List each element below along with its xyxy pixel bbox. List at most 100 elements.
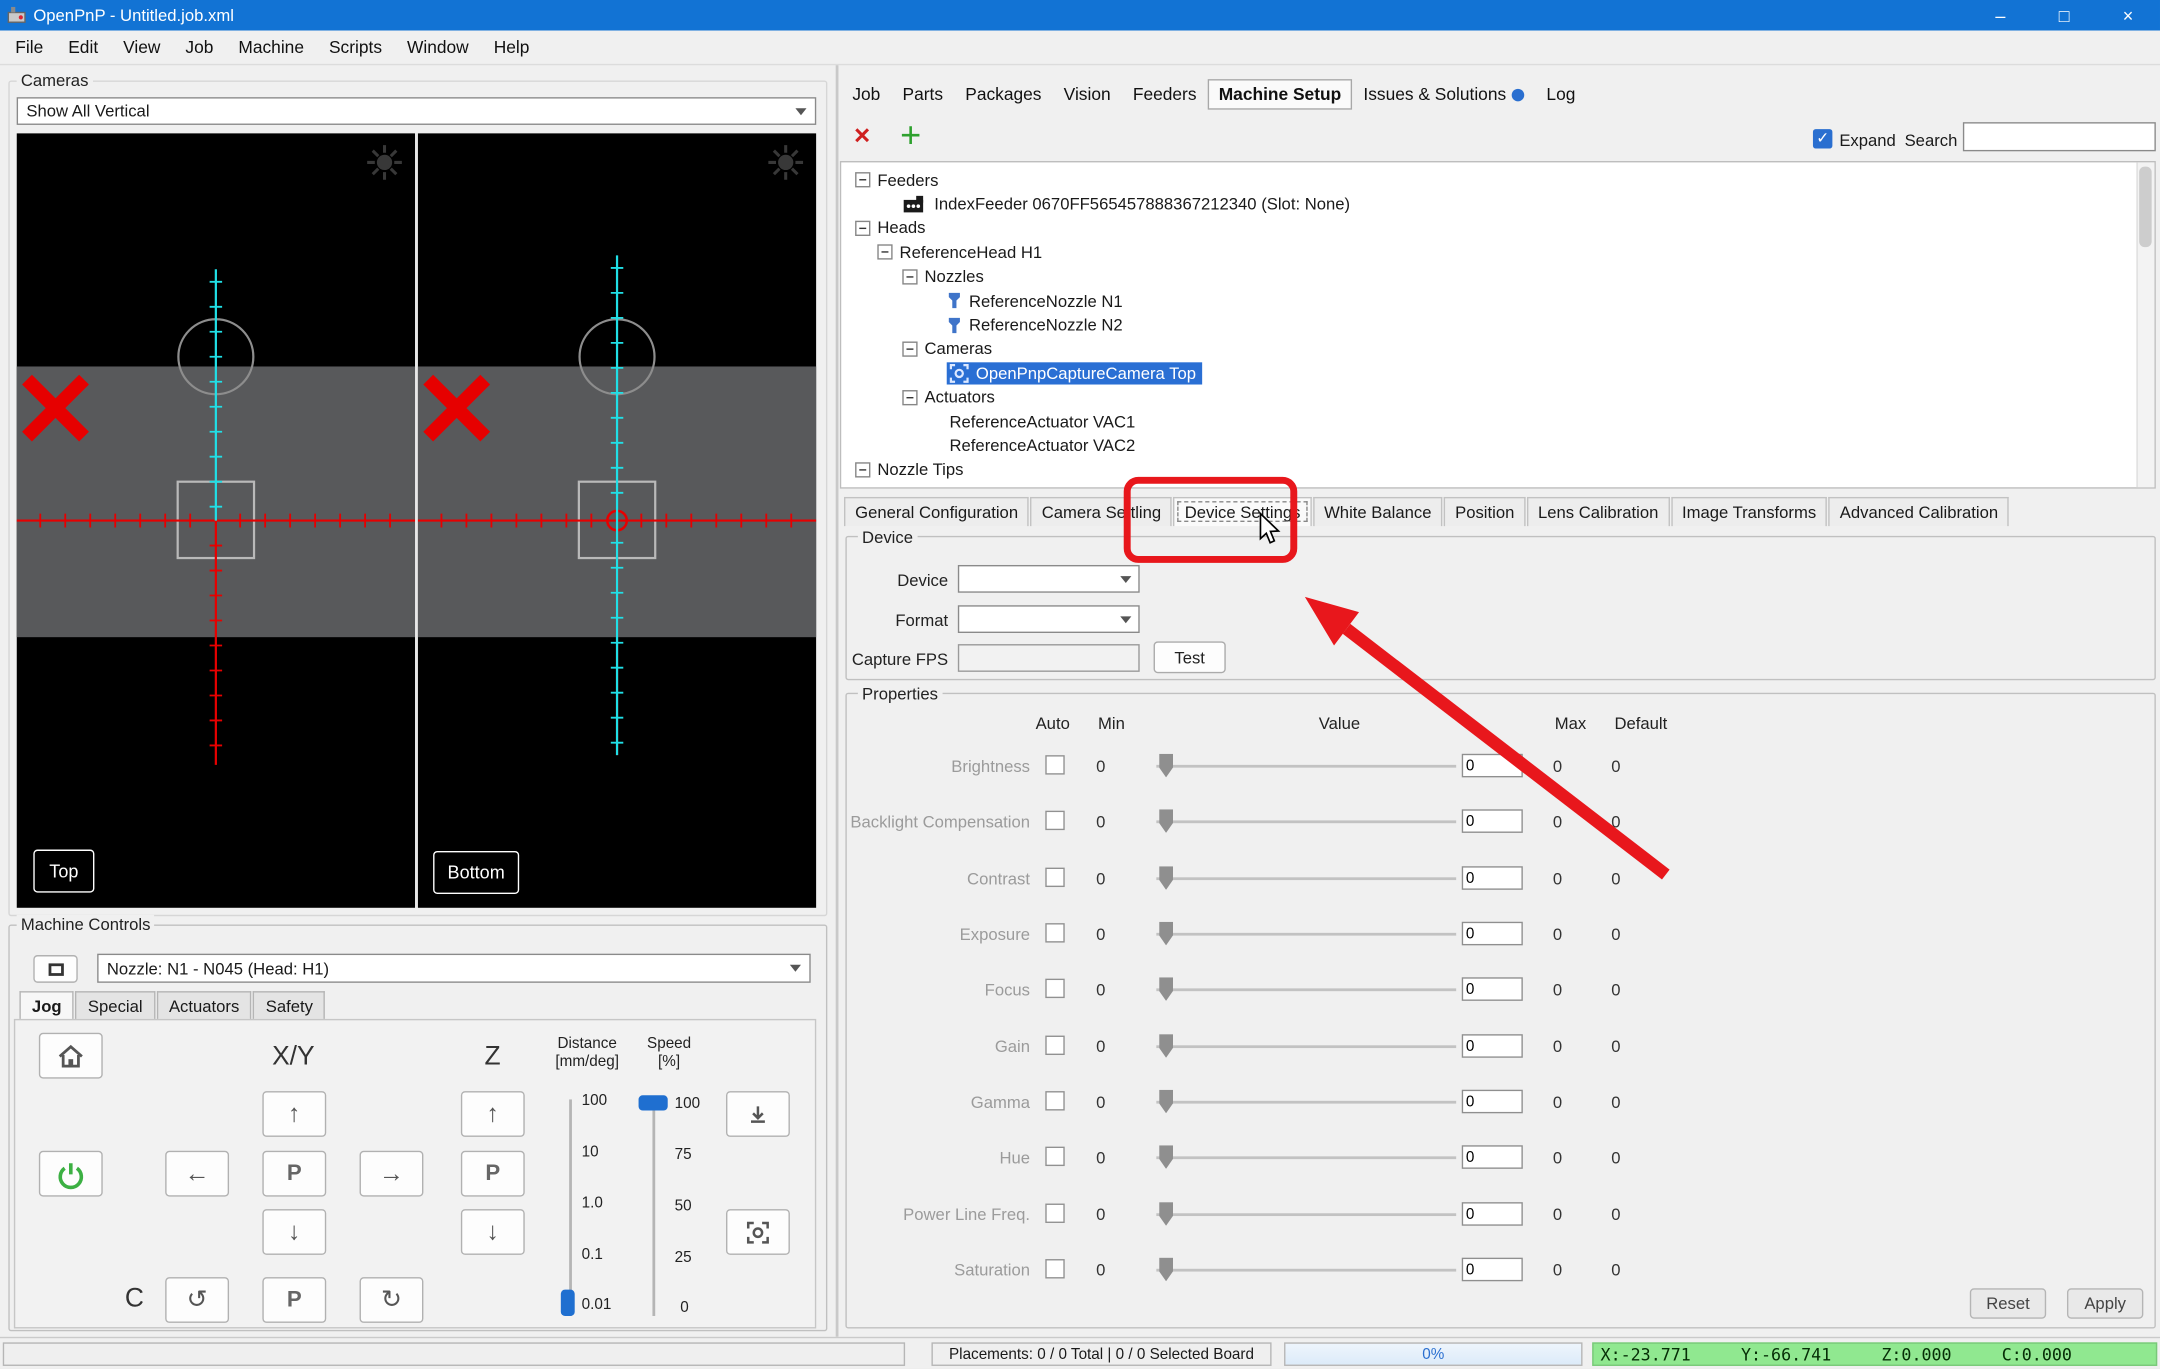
tab-vision[interactable]: Vision xyxy=(1053,79,1122,110)
tab-issues-solutions[interactable]: Issues & Solutions xyxy=(1352,79,1535,110)
value-slider[interactable] xyxy=(1156,752,1457,780)
power-button[interactable] xyxy=(38,1150,103,1197)
tab-log[interactable]: Log xyxy=(1535,79,1586,110)
position-c-button[interactable]: P xyxy=(262,1277,327,1323)
jog-z-minus-button[interactable]: ↓ xyxy=(460,1209,525,1255)
slider-thumb[interactable] xyxy=(1159,866,1174,890)
park-z-button[interactable] xyxy=(726,1091,790,1137)
menu-help[interactable]: Help xyxy=(481,30,542,65)
tab-lens-calibration[interactable]: Lens Calibration xyxy=(1526,496,1670,527)
distance-slider[interactable] xyxy=(569,1099,572,1316)
jog-x-minus-button[interactable]: ← xyxy=(165,1150,230,1197)
auto-checkbox[interactable] xyxy=(1045,867,1065,888)
slider-thumb[interactable] xyxy=(1159,977,1174,1001)
camera-position-button[interactable] xyxy=(726,1209,790,1255)
menu-edit[interactable]: Edit xyxy=(56,30,111,65)
value-input[interactable] xyxy=(1461,1089,1523,1114)
tab-special[interactable]: Special xyxy=(75,991,156,1021)
slider-thumb[interactable] xyxy=(1159,1089,1174,1114)
menu-job[interactable]: Job xyxy=(173,30,226,65)
value-slider[interactable] xyxy=(1156,1201,1457,1229)
collapse-icon[interactable] xyxy=(902,341,918,357)
tab-job[interactable]: Job xyxy=(841,79,891,110)
tree-item-nozzle-n1[interactable]: ReferenceNozzle N1 xyxy=(841,289,2154,313)
tab-image-transforms[interactable]: Image Transforms xyxy=(1670,496,1828,527)
tab-safety[interactable]: Safety xyxy=(253,991,326,1021)
auto-checkbox[interactable] xyxy=(1045,1035,1065,1056)
value-input[interactable] xyxy=(1461,921,1523,946)
collapse-icon[interactable] xyxy=(855,172,871,188)
tree-scrollbar-thumb[interactable] xyxy=(2139,166,2152,248)
slider-thumb[interactable] xyxy=(1159,1034,1174,1058)
auto-checkbox[interactable] xyxy=(1045,810,1065,831)
add-button[interactable]: + xyxy=(894,113,927,155)
tool-select[interactable]: Nozzle: N1 - N045 (Head: H1) xyxy=(97,953,811,983)
collapse-icon[interactable] xyxy=(877,244,893,261)
slider-thumb[interactable] xyxy=(1159,1202,1174,1226)
menu-window[interactable]: Window xyxy=(395,30,482,65)
expand-checkbox[interactable]: ✓ xyxy=(1812,128,1833,149)
tree-item-referencehead[interactable]: ReferenceHead H1 xyxy=(841,240,2154,264)
tab-jog[interactable]: Jog xyxy=(19,991,75,1021)
rotate-cw-button[interactable]: ↻ xyxy=(359,1277,424,1323)
value-input[interactable] xyxy=(1461,809,1523,833)
auto-checkbox[interactable] xyxy=(1045,1146,1065,1167)
slider-thumb[interactable] xyxy=(1159,921,1174,946)
tab-camera-settling[interactable]: Camera Settling xyxy=(1030,496,1173,527)
value-slider[interactable] xyxy=(1156,920,1457,948)
collapse-icon[interactable] xyxy=(902,268,918,285)
speed-slider-handle[interactable] xyxy=(638,1095,668,1111)
rotate-ccw-button[interactable]: ↺ xyxy=(165,1277,230,1323)
value-input[interactable] xyxy=(1461,1257,1523,1282)
test-button[interactable]: Test xyxy=(1153,641,1226,674)
jog-z-plus-button[interactable]: ↑ xyxy=(460,1091,525,1137)
camera-feed-top[interactable] xyxy=(16,133,416,908)
device-select[interactable] xyxy=(957,564,1140,593)
capture-fps-input[interactable] xyxy=(957,644,1140,672)
menu-file[interactable]: File xyxy=(3,30,56,65)
position-z-button[interactable]: P xyxy=(460,1150,525,1197)
collapse-controls-button[interactable] xyxy=(33,955,78,983)
tab-parts[interactable]: Parts xyxy=(891,79,954,110)
tab-machine-setup[interactable]: Machine Setup xyxy=(1207,79,1353,110)
value-input[interactable] xyxy=(1461,753,1523,778)
tab-packages[interactable]: Packages xyxy=(954,79,1052,110)
tree-item-heads[interactable]: Heads xyxy=(841,216,2154,240)
tab-general-configuration[interactable]: General Configuration xyxy=(844,496,1030,527)
auto-checkbox[interactable] xyxy=(1045,1203,1065,1223)
tab-advanced-calibration[interactable]: Advanced Calibration xyxy=(1828,496,2010,527)
tree-item-actuator-vac2[interactable]: ReferenceActuator VAC2 xyxy=(841,434,2154,458)
jog-x-plus-button[interactable]: → xyxy=(359,1150,424,1197)
camera-view-select[interactable]: Show All Vertical xyxy=(16,97,817,125)
tree-item-feeders[interactable]: Feeders xyxy=(841,168,2154,192)
value-input[interactable] xyxy=(1461,1202,1523,1226)
value-slider[interactable] xyxy=(1156,1088,1457,1116)
tab-device-settings[interactable]: Device Settings xyxy=(1173,496,1312,527)
close-button[interactable]: × xyxy=(2096,0,2160,31)
speed-slider[interactable] xyxy=(652,1099,656,1316)
jog-y-plus-button[interactable]: ↑ xyxy=(262,1091,327,1137)
tree-item-cameras[interactable]: Cameras xyxy=(841,337,2154,361)
auto-checkbox[interactable] xyxy=(1045,978,1065,999)
collapse-icon[interactable] xyxy=(855,220,871,236)
format-select[interactable] xyxy=(957,605,1140,634)
auto-checkbox[interactable] xyxy=(1045,755,1065,775)
value-slider[interactable] xyxy=(1156,1144,1457,1172)
distance-slider-handle[interactable] xyxy=(560,1289,575,1316)
maximize-button[interactable]: □ xyxy=(2032,0,2096,31)
menu-scripts[interactable]: Scripts xyxy=(316,30,394,65)
slider-thumb[interactable] xyxy=(1159,753,1174,778)
tree-item-actuator-vac1[interactable]: ReferenceActuator VAC1 xyxy=(841,409,2154,433)
collapse-icon[interactable] xyxy=(902,389,918,405)
tree-item-indexfeeder[interactable]: IndexFeeder 0670FF565457888367212340 (Sl… xyxy=(841,192,2154,216)
tab-position[interactable]: Position xyxy=(1443,496,1526,527)
value-input[interactable] xyxy=(1461,1145,1523,1169)
tree-item-nozzle-tips[interactable]: Nozzle Tips xyxy=(841,458,2154,482)
value-input[interactable] xyxy=(1461,1034,1523,1058)
tree-item-actuators[interactable]: Actuators xyxy=(841,385,2154,409)
value-slider[interactable] xyxy=(1156,1033,1457,1061)
delete-button[interactable]: × xyxy=(847,120,878,152)
tree-item-nozzle-n2[interactable]: ReferenceNozzle N2 xyxy=(841,313,2154,337)
minimize-button[interactable]: – xyxy=(1968,0,2032,31)
tab-white-balance[interactable]: White Balance xyxy=(1312,496,1443,527)
